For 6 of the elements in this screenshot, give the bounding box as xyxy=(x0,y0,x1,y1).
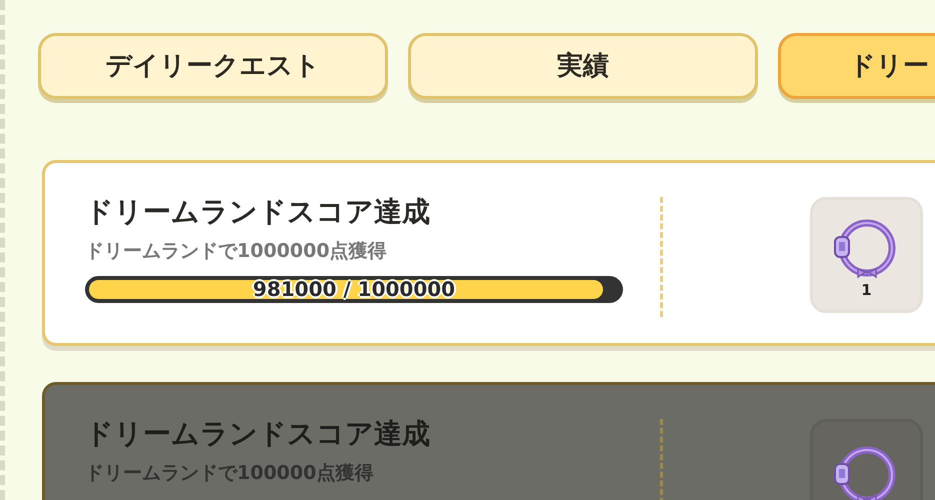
progress-reading: 981000 / 1000000 xyxy=(252,276,456,302)
quest-description: ドリームランドで1000000点獲得 xyxy=(85,239,388,264)
quest-title: ドリームランドスコア達成 xyxy=(85,194,431,230)
reward-count: 1 xyxy=(861,282,872,298)
quest-title: ドリームランドスコア達成 xyxy=(85,416,431,452)
quest-description: ドリームランドで100000点獲得 xyxy=(85,461,374,486)
